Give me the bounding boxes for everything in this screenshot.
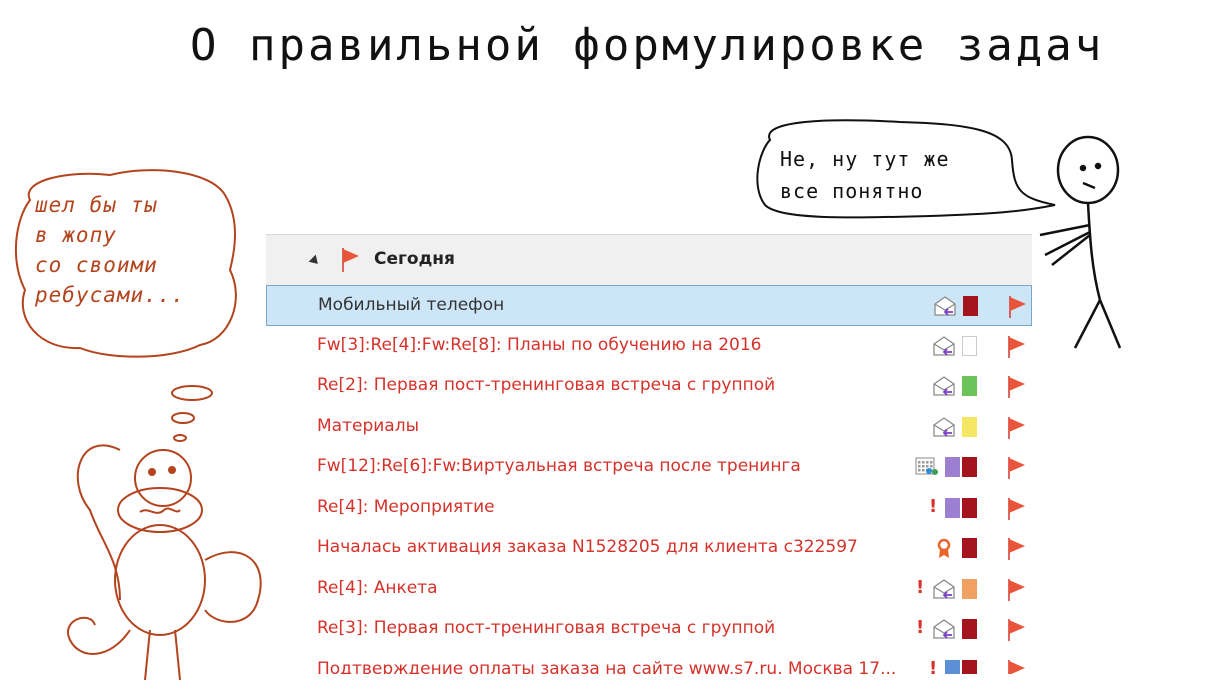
- category-color-marker[interactable]: [962, 497, 977, 518]
- high-importance-icon: !: [916, 617, 925, 638]
- category-color-marker[interactable]: [963, 296, 978, 316]
- category-color-marker[interactable]: [962, 578, 977, 599]
- mail-row[interactable]: Re[2]: Первая пост-тренинговая встреча с…: [266, 366, 1032, 407]
- category-color-marker[interactable]: [962, 538, 977, 558]
- mail-rows: Мобильный телефон Fw[3]:Re[4]:Fw:Re[8]: П…: [266, 285, 1032, 674]
- thought-text: шел бы ты в жопу со своими ребусами...: [35, 193, 186, 307]
- mail-row[interactable]: Материалы: [266, 407, 1032, 448]
- follow-up-flag-icon[interactable]: [1007, 578, 1027, 602]
- mail-list-panel: Сегодня Мобильный телефон Fw[3]:Re[4]:Fw:…: [266, 234, 1032, 674]
- envelope-reply-icon: [934, 296, 956, 316]
- category-color-marker[interactable]: [962, 659, 977, 674]
- speech-text: Не, ну тут же все понятно: [780, 147, 950, 203]
- mail-subject: Материалы: [317, 415, 419, 436]
- mail-row[interactable]: Подтверждение оплаты заказа на сайте www…: [266, 650, 1032, 675]
- follow-up-flag-icon[interactable]: [1007, 618, 1027, 642]
- high-importance-icon: !: [916, 576, 925, 598]
- group-header-today[interactable]: Сегодня: [266, 234, 1032, 285]
- mail-row[interactable]: Мобильный телефон: [266, 285, 1032, 326]
- follow-up-flag-icon[interactable]: [1007, 497, 1027, 521]
- envelope-reply-icon: [933, 335, 955, 356]
- mail-row[interactable]: Re[4]: Анкета!: [266, 569, 1032, 610]
- mail-subject: Началась активация заказа N1528205 для к…: [317, 537, 858, 557]
- mail-row[interactable]: Re[3]: Первая пост-тренинговая встреча с…: [266, 609, 1032, 650]
- monkey-drawing: [67, 444, 262, 681]
- envelope-reply-icon: [933, 619, 955, 639]
- mail-subject: Re[4]: Мероприятие: [317, 496, 495, 517]
- mail-subject: Fw[12]:Re[6]:Fw:Виртуальная встреча посл…: [317, 456, 801, 476]
- mail-subject: Re[2]: Первая пост-тренинговая встреча с…: [317, 375, 776, 395]
- mail-subject: Подтверждение оплаты заказа на сайте www…: [317, 658, 897, 675]
- mail-row[interactable]: Началась активация заказа N1528205 для к…: [266, 528, 1032, 569]
- category-color-marker[interactable]: [962, 335, 977, 356]
- collapse-triangle-icon[interactable]: [308, 254, 322, 268]
- ribbon-icon: [937, 538, 951, 558]
- follow-up-flag-icon[interactable]: [1007, 659, 1027, 675]
- category-color-marker[interactable]: [945, 457, 960, 477]
- category-color-marker[interactable]: [962, 376, 977, 396]
- follow-up-flag-icon[interactable]: [1007, 335, 1027, 359]
- mail-subject: Re[4]: Анкета: [317, 577, 438, 598]
- envelope-reply-icon: [933, 578, 955, 599]
- follow-up-flag-icon[interactable]: [1007, 537, 1027, 561]
- category-color-marker[interactable]: [962, 619, 977, 639]
- high-importance-icon: !: [929, 657, 938, 675]
- envelope-reply-icon: [933, 416, 955, 437]
- high-importance-icon: !: [929, 495, 938, 517]
- follow-up-flag-icon[interactable]: [1007, 375, 1027, 399]
- mail-row[interactable]: Fw[12]:Re[6]:Fw:Виртуальная встреча посл…: [266, 447, 1032, 488]
- follow-up-flag-icon[interactable]: [1007, 416, 1027, 440]
- meeting-icon: [915, 457, 938, 475]
- mail-subject: Re[3]: Первая пост-тренинговая встреча с…: [317, 618, 776, 638]
- mail-subject: Мобильный телефон: [318, 295, 505, 315]
- comic-title: О правильной формулировке задач: [190, 20, 1105, 71]
- mail-row[interactable]: Re[4]: Мероприятие!: [266, 488, 1032, 529]
- group-label: Сегодня: [374, 249, 455, 269]
- mail-subject: Fw[3]:Re[4]:Fw:Re[8]: Планы по обучению …: [317, 334, 762, 355]
- flag-icon: [342, 248, 359, 272]
- category-color-marker[interactable]: [962, 457, 977, 477]
- category-color-marker[interactable]: [945, 659, 960, 674]
- follow-up-flag-icon[interactable]: [1007, 456, 1027, 480]
- category-color-marker[interactable]: [962, 416, 977, 437]
- mail-row[interactable]: Fw[3]:Re[4]:Fw:Re[8]: Планы по обучению …: [266, 326, 1032, 367]
- follow-up-flag-icon[interactable]: [1008, 295, 1028, 319]
- category-color-marker[interactable]: [945, 497, 960, 518]
- envelope-reply-icon: [933, 376, 955, 396]
- stick-figure: [1039, 135, 1122, 349]
